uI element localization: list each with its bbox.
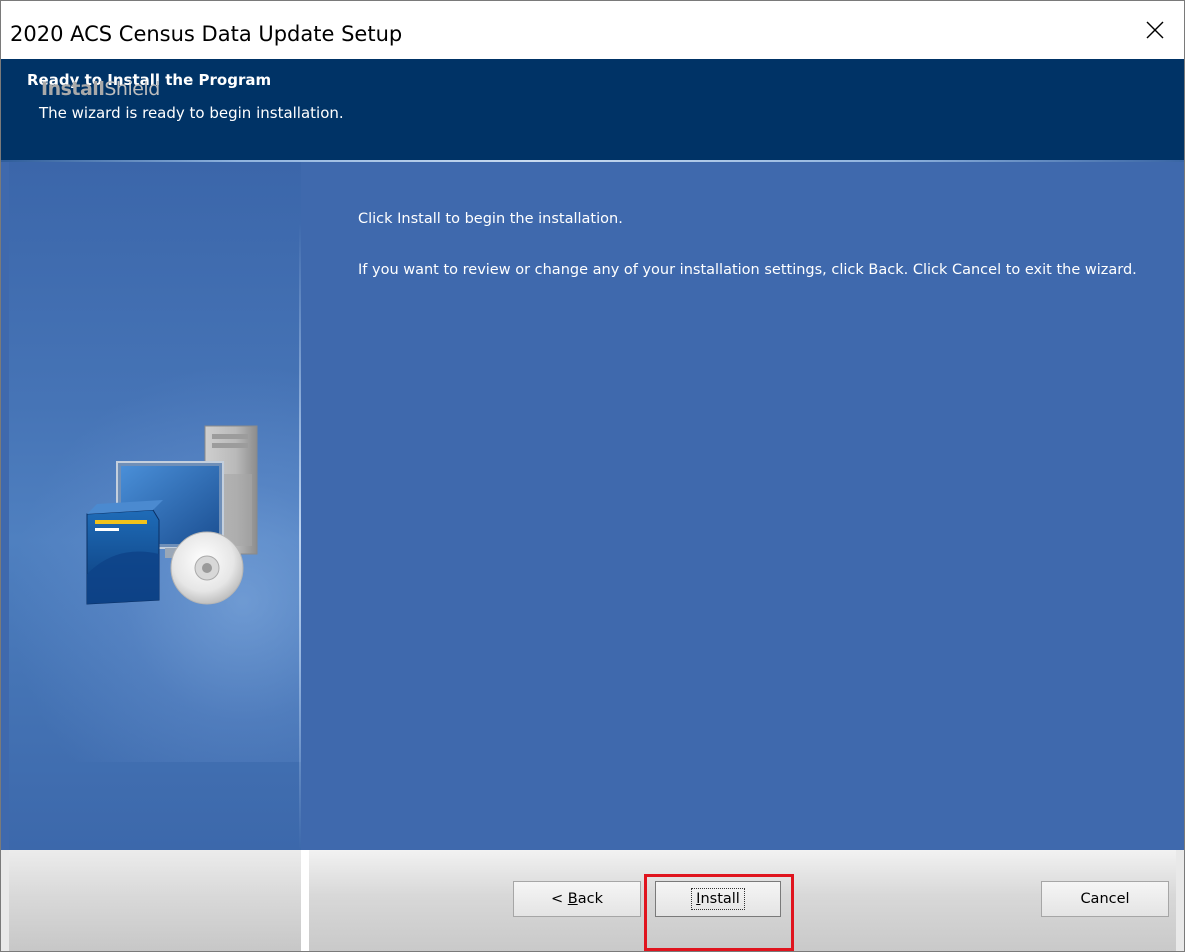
cancel-button[interactable]: Cancel: [1041, 881, 1169, 917]
close-icon: [1146, 21, 1164, 39]
window-title: 2020 ACS Census Data Update Setup: [10, 22, 403, 46]
close-button[interactable]: [1126, 1, 1184, 59]
setup-window: 2020 ACS Census Data Update Setup Ready …: [0, 0, 1185, 952]
wizard-body: Click Install to begin the installation.…: [1, 162, 1184, 850]
computer-setup-illustration: [86, 425, 258, 605]
installshield-logo: InstallShield: [41, 78, 160, 100]
software-box-icon: [86, 500, 163, 605]
cd-disc-icon: [170, 531, 244, 605]
brand-panel: [9, 850, 301, 951]
left-banner-panel: [9, 162, 301, 850]
wizard-header: Ready to Install the Program The wizard …: [1, 59, 1184, 160]
install-button[interactable]: Install: [655, 881, 781, 917]
back-button[interactable]: < Back: [513, 881, 641, 917]
header-subtitle: The wizard is ready to begin installatio…: [39, 104, 344, 122]
review-settings-text: If you want to review or change any of y…: [358, 262, 1137, 278]
instruction-text: Click Install to begin the installation.: [358, 211, 623, 227]
title-bar: 2020 ACS Census Data Update Setup: [1, 1, 1184, 59]
